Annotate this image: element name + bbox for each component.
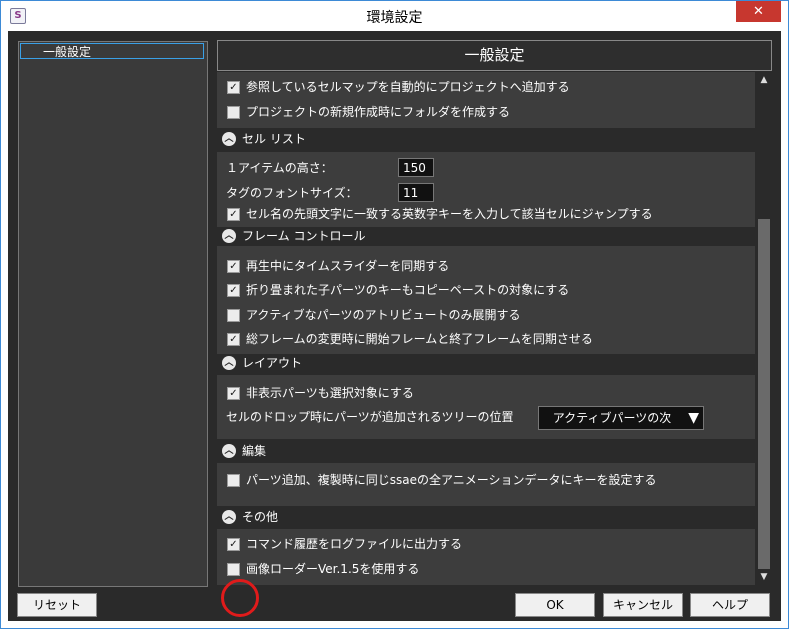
image-loader-checkbox[interactable] xyxy=(227,563,240,576)
frame-control-section-body: ✓ 再生中にタイムスライダーを同期する ✓ 折り畳まれた子パーツのキーもコピーペ… xyxy=(217,248,755,354)
preferences-window: S 環境設定 ✕ 一般設定 一般設定 ✓ 参照しているセルマップを自動的にプロジ… xyxy=(0,0,789,629)
section-title: レイアウト xyxy=(242,356,303,370)
dropdown-arrow-icon: ▼ xyxy=(688,410,699,426)
create-folder-label: プロジェクトの新規作成時にフォルダを作成する xyxy=(246,105,511,119)
command-history-log-checkbox[interactable]: ✓ xyxy=(227,538,240,551)
copy-folded-keys-label: 折り畳まれた子パーツのキーもコピーペーストの対象にする xyxy=(246,283,570,297)
command-history-log-label: コマンド履歴をログファイルに出力する xyxy=(246,537,463,551)
sync-timeslider-checkbox[interactable]: ✓ xyxy=(227,260,240,273)
help-button[interactable]: ヘルプ xyxy=(690,593,770,617)
ok-button[interactable]: OK xyxy=(515,593,595,617)
tag-font-size-label: タグのフォントサイズ： xyxy=(226,186,358,200)
expand-active-only-checkbox[interactable] xyxy=(227,309,240,322)
close-button[interactable]: ✕ xyxy=(736,1,781,22)
category-item-label: 一般設定 xyxy=(43,45,92,59)
section-title: セル リスト xyxy=(242,132,306,146)
chevron-up-icon[interactable]: ︿ xyxy=(222,132,236,146)
create-folder-checkbox[interactable] xyxy=(227,106,240,119)
expand-active-only-label: アクティブなパーツのアトリビュートのみ展開する xyxy=(246,308,521,322)
scrollbar-thumb[interactable] xyxy=(758,219,770,569)
drop-position-label: セルのドロップ時にパーツが追加されるツリーの位置 xyxy=(226,410,514,424)
section-header-cell-list[interactable]: ︿ セル リスト xyxy=(217,130,755,149)
edit-section-body: パーツ追加、複製時に同じssaeの全アニメーションデータにキーを設定する xyxy=(217,463,755,506)
section-header-other[interactable]: ︿ その他 xyxy=(217,508,755,527)
highlight-circle xyxy=(221,579,259,617)
drop-position-select[interactable]: アクティブパーツの次 ▼ xyxy=(538,406,704,430)
select-hidden-parts-checkbox[interactable]: ✓ xyxy=(227,387,240,400)
category-item-general[interactable]: 一般設定 xyxy=(20,43,204,59)
section-title: その他 xyxy=(242,510,279,524)
auto-add-cellmap-label: 参照しているセルマップを自動的にプロジェクトへ追加する xyxy=(246,80,570,94)
jump-to-cell-label: セル名の先頭文字に一致する英数字キーを入力して該当セルにジャンプする xyxy=(246,207,653,221)
window-title: 環境設定 xyxy=(366,10,423,26)
vertical-scrollbar[interactable]: ▲ ▼ xyxy=(757,72,771,585)
category-list: 一般設定 xyxy=(18,41,208,587)
tag-font-size-input[interactable]: 11 xyxy=(398,183,434,202)
set-keys-all-animations-label: パーツ追加、複製時に同じssaeの全アニメーションデータにキーを設定する xyxy=(246,473,657,487)
sync-timeslider-label: 再生中にタイムスライダーを同期する xyxy=(246,259,450,273)
chevron-up-icon[interactable]: ︿ xyxy=(222,444,236,458)
project-section-body: ✓ 参照しているセルマップを自動的にプロジェクトへ追加する プロジェクトの新規作… xyxy=(217,72,755,128)
jump-to-cell-checkbox[interactable]: ✓ xyxy=(227,208,240,221)
layout-section-body: ✓ 非表示パーツも選択対象にする セルのドロップ時にパーツが追加されるツリーの位… xyxy=(217,375,755,439)
chevron-up-icon[interactable]: ︿ xyxy=(222,510,236,524)
panel-title: 一般設定 xyxy=(217,40,772,71)
item-height-input[interactable]: 150 xyxy=(398,158,434,177)
settings-scroll-area: ✓ 参照しているセルマップを自動的にプロジェクトへ追加する プロジェクトの新規作… xyxy=(217,72,755,585)
section-header-frame-control[interactable]: ︿ フレーム コントロール xyxy=(217,227,755,246)
other-section-body: ✓ コマンド履歴をログファイルに出力する 画像ローダーVer.1.5を使用する xyxy=(217,529,755,585)
sync-frames-label: 総フレームの変更時に開始フレームと終了フレームを同期させる xyxy=(246,332,593,346)
copy-folded-keys-checkbox[interactable]: ✓ xyxy=(227,284,240,297)
section-title: フレーム コントロール xyxy=(242,229,366,243)
image-loader-label: 画像ローダーVer.1.5を使用する xyxy=(246,562,420,576)
section-header-edit[interactable]: ︿ 編集 xyxy=(217,442,755,461)
chevron-up-icon[interactable]: ︿ xyxy=(222,356,236,370)
set-keys-all-animations-checkbox[interactable] xyxy=(227,474,240,487)
scroll-up-arrow-icon[interactable]: ▲ xyxy=(758,74,770,86)
item-height-label: １アイテムの高さ： xyxy=(226,161,333,175)
section-header-layout[interactable]: ︿ レイアウト xyxy=(217,354,755,373)
section-title: 編集 xyxy=(242,444,267,458)
select-hidden-parts-label: 非表示パーツも選択対象にする xyxy=(246,386,414,400)
sync-frames-checkbox[interactable]: ✓ xyxy=(227,333,240,346)
chevron-up-icon[interactable]: ︿ xyxy=(222,229,236,243)
cancel-button[interactable]: キャンセル xyxy=(603,593,683,617)
drop-position-value: アクティブパーツの次 xyxy=(552,411,672,425)
auto-add-cellmap-checkbox[interactable]: ✓ xyxy=(227,81,240,94)
dialog-body: 一般設定 一般設定 ✓ 参照しているセルマップを自動的にプロジェクトへ追加する … xyxy=(8,31,781,621)
title-bar: S 環境設定 ✕ xyxy=(1,1,788,31)
scroll-down-arrow-icon[interactable]: ▼ xyxy=(758,571,770,583)
reset-button[interactable]: リセット xyxy=(17,593,97,617)
